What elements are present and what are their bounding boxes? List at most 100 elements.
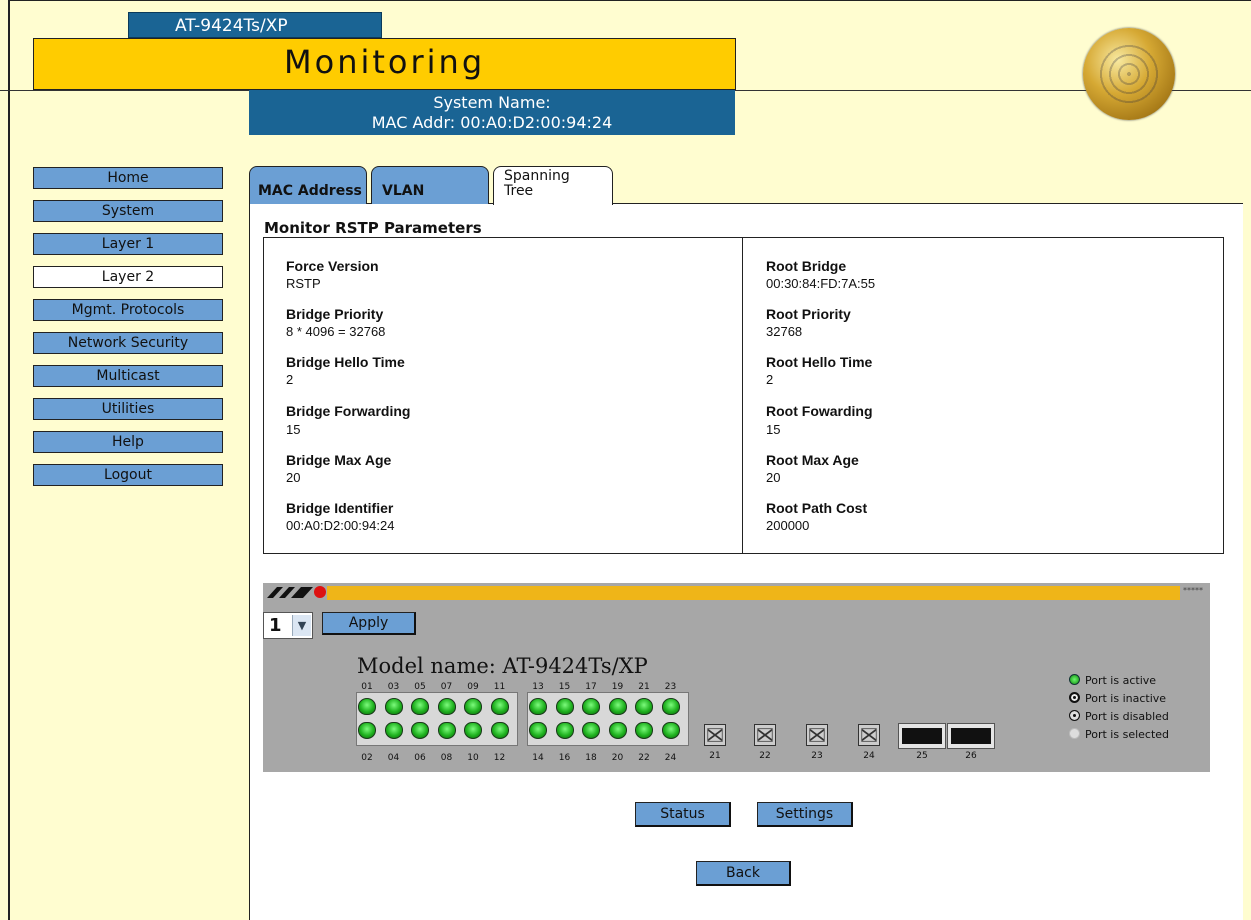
- sfp-port-23[interactable]: [806, 724, 828, 746]
- sfp-port-22[interactable]: [754, 724, 776, 746]
- port-number: 22: [759, 751, 771, 761]
- param-value: 32768: [766, 324, 803, 339]
- port-number: 18: [585, 753, 597, 763]
- rj45-port-top[interactable]: [490, 698, 509, 715]
- port-number: 20: [611, 753, 624, 763]
- port-number: 17: [585, 682, 597, 692]
- sidebar-item-system[interactable]: System: [33, 200, 223, 222]
- rj45-port-bottom[interactable]: [661, 722, 680, 739]
- rj45-port-top[interactable]: [555, 698, 574, 715]
- param-value: 2: [286, 372, 294, 387]
- column-divider: [742, 237, 743, 554]
- sidebar-item-utilities[interactable]: Utilities: [33, 398, 223, 420]
- param-value: RSTP: [286, 276, 321, 291]
- legend-selected: Port is selected: [1069, 728, 1169, 741]
- port-number: 02: [361, 753, 373, 763]
- param-label: Root Fowarding: [766, 403, 873, 419]
- tab-mac-address[interactable]: MAC Address: [249, 166, 367, 204]
- xfp-port-25[interactable]: [898, 723, 946, 749]
- apply-button[interactable]: Apply: [322, 612, 416, 635]
- page-title: Monitoring: [284, 43, 486, 81]
- rj45-port-bottom[interactable]: [464, 722, 482, 739]
- xfp-port-26[interactable]: [947, 723, 995, 749]
- param-label: Root Priority: [766, 306, 851, 322]
- rj45-port-top[interactable]: [437, 698, 456, 715]
- rj45-port-top[interactable]: [464, 698, 482, 715]
- allied-telesis-logo-icon: [263, 584, 327, 600]
- tab-spanning-tree-line1: Spanning: [504, 168, 570, 184]
- port-number: 15: [558, 682, 571, 692]
- rj45-port-bottom[interactable]: [358, 722, 376, 739]
- param-label: Root Hello Time: [766, 354, 873, 370]
- port-disabled-icon: [1069, 710, 1080, 721]
- port-number: 09: [467, 682, 479, 692]
- port-number: 25: [916, 751, 928, 761]
- rj45-port-top[interactable]: [608, 698, 627, 715]
- param-label: Bridge Priority: [286, 306, 384, 322]
- sidebar-item-network-security[interactable]: Network Security: [33, 332, 223, 354]
- sidebar-item-layer-1[interactable]: Layer 1: [33, 233, 223, 255]
- stack-unit-select[interactable]: 1 ▼: [263, 612, 313, 639]
- param-value: 20: [766, 470, 781, 485]
- back-button[interactable]: Back: [696, 861, 791, 886]
- legend-inactive: Port is inactive: [1069, 692, 1166, 705]
- sidebar-item-multicast[interactable]: Multicast: [33, 365, 223, 387]
- sidebar-item-layer-2[interactable]: Layer 2: [33, 266, 223, 288]
- sfp-port-24[interactable]: [858, 724, 880, 746]
- rj45-port-top[interactable]: [384, 698, 403, 715]
- rj45-port-top[interactable]: [661, 698, 680, 715]
- param-label: Root Path Cost: [766, 500, 868, 516]
- port-number: 16: [558, 753, 571, 763]
- port-number: 07: [440, 682, 453, 692]
- switch-stars: *****: [1183, 586, 1203, 595]
- rj45-port-top[interactable]: [582, 698, 600, 715]
- switch-model-name: Model name: AT-9424Ts/XP: [357, 654, 648, 678]
- port-number: 14: [532, 753, 544, 763]
- globe-logo-icon: [1083, 28, 1175, 120]
- port-number: 06: [414, 753, 426, 763]
- port-number: 22: [638, 753, 650, 763]
- system-name-line: System Name:: [433, 93, 551, 112]
- port-active-icon: [1069, 674, 1080, 685]
- status-button[interactable]: Status: [635, 802, 731, 827]
- rj45-port-top[interactable]: [635, 698, 653, 715]
- rj45-port-bottom[interactable]: [437, 722, 456, 739]
- rj45-port-bottom[interactable]: [490, 722, 509, 739]
- rj45-port-top[interactable]: [411, 698, 429, 715]
- system-info-box: System Name: MAC Addr: 00:A0:D2:00:94:24: [249, 90, 735, 135]
- sidebar-item-home[interactable]: Home: [33, 167, 223, 189]
- rj45-port-bottom[interactable]: [529, 722, 547, 739]
- model-tab: AT-9424Ts/XP: [128, 12, 382, 38]
- sidebar-item-mgmt-protocols[interactable]: Mgmt. Protocols: [33, 299, 223, 321]
- rj45-port-bottom[interactable]: [555, 722, 574, 739]
- legend-disabled: Port is disabled: [1069, 710, 1169, 723]
- param-value: 00:A0:D2:00:94:24: [286, 518, 395, 533]
- param-label: Bridge Max Age: [286, 452, 392, 468]
- sidebar-item-logout[interactable]: Logout: [33, 464, 223, 486]
- stack-unit-value: 1: [269, 615, 282, 636]
- port-number: 08: [440, 753, 453, 763]
- sfp-port-21[interactable]: [704, 724, 726, 746]
- tab-vlan[interactable]: VLAN: [371, 166, 489, 204]
- rj45-port-top[interactable]: [529, 698, 547, 715]
- port-selected-icon: [1069, 728, 1080, 739]
- tab-spanning-tree[interactable]: Spanning Tree: [493, 166, 613, 205]
- rj45-port-bottom[interactable]: [635, 722, 653, 739]
- param-value: 15: [286, 422, 301, 437]
- port-number: 21: [638, 682, 650, 692]
- port-number: 23: [664, 682, 677, 692]
- rj45-port-bottom[interactable]: [608, 722, 627, 739]
- port-number: 23: [811, 751, 823, 761]
- param-label: Root Bridge: [766, 258, 847, 274]
- rj45-port-bottom[interactable]: [582, 722, 600, 739]
- port-number: 13: [532, 682, 544, 692]
- port-inactive-icon: [1069, 692, 1080, 703]
- settings-button[interactable]: Settings: [757, 802, 853, 827]
- port-number: 11: [493, 682, 506, 692]
- switch-top-bar: [327, 586, 1180, 600]
- sidebar-item-help[interactable]: Help: [33, 431, 223, 453]
- chevron-down-icon[interactable]: ▼: [292, 615, 311, 636]
- rj45-port-bottom[interactable]: [411, 722, 429, 739]
- rj45-port-bottom[interactable]: [384, 722, 403, 739]
- rj45-port-top[interactable]: [358, 698, 376, 715]
